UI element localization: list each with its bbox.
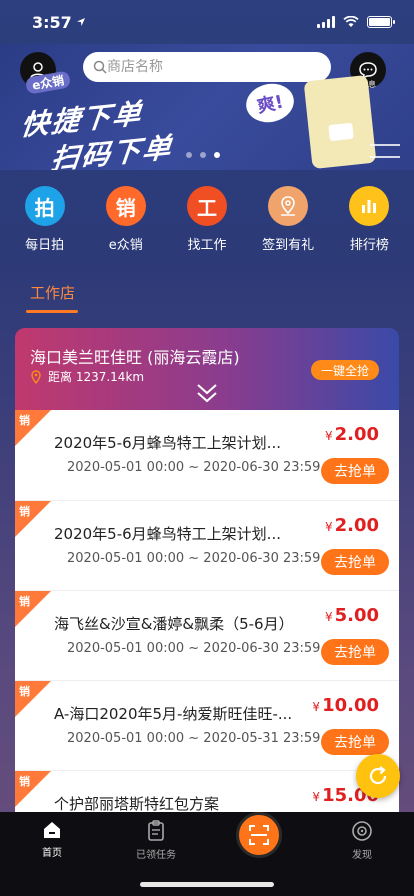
status-bar: 3:57 — [0, 0, 414, 44]
list-item[interactable]: 销 A-海口2020年5月-纳爱斯旺佳旺-... 2020-05-01 00:0… — [15, 680, 399, 770]
quick-nav-label: 找工作 — [187, 238, 227, 253]
header-banner[interactable]: 我的 消息 e众销 快捷下单 扫码下单 爽! — [0, 44, 414, 170]
item-title: A-海口2020年5月-纳爱斯旺佳旺-... — [54, 705, 293, 723]
scan-icon — [249, 825, 269, 845]
home-icon — [44, 822, 60, 838]
item-tag: 销 — [19, 775, 30, 788]
status-time: 3:57 — [32, 12, 72, 32]
store-distance: 距离 1237.14km — [30, 368, 144, 385]
list-item[interactable]: 销 个护部丽塔斯特红包方案 ¥15.00 — [15, 770, 399, 814]
store-name: 海口美兰旺佳旺 (丽海云霞店) — [30, 348, 240, 367]
item-tag: 销 — [19, 595, 30, 608]
search-box[interactable] — [83, 52, 331, 82]
location-pin-icon — [268, 186, 309, 226]
item-title: 海飞丝&沙宣&潘婷&飘柔（5-6月） — [54, 615, 294, 633]
chevron-double-down-icon[interactable] — [195, 382, 219, 404]
list-item[interactable]: 销 2020年5-6月蜂鸟特工上架计划... 2020-05-01 00:00 … — [15, 410, 399, 500]
signal-icon — [317, 16, 335, 28]
battery-icon — [367, 16, 395, 28]
quick-nav-label: 签到有礼 — [262, 238, 315, 253]
quick-nav-leaderboard[interactable]: 排行榜 — [329, 186, 409, 253]
banner-decoration — [370, 144, 400, 158]
carousel-dot[interactable] — [200, 152, 206, 158]
grab-order-button[interactable]: 去抢单 — [321, 639, 389, 665]
item-title: 2020年5-6月蜂鸟特工上架计划... — [54, 525, 281, 543]
item-date: 2020-05-01 00:00 ~ 2020-05-31 23:59 — [67, 731, 321, 746]
item-title: 个护部丽塔斯特红包方案 — [54, 795, 220, 813]
item-price: ¥10.00 — [312, 695, 379, 716]
item-date: 2020-05-01 00:00 ~ 2020-06-30 23:59 — [67, 641, 321, 656]
sales-icon: 销 — [105, 186, 146, 226]
item-date: 2020-05-01 00:00 ~ 2020-06-30 23:59 — [67, 551, 321, 566]
grab-all-button[interactable]: 一键全抢 — [310, 360, 379, 380]
list-item[interactable]: 销 2020年5-6月蜂鸟特工上架计划... 2020-05-01 00:00 … — [15, 500, 399, 590]
phone-illustration — [303, 74, 377, 170]
tab-underline — [26, 310, 78, 313]
distance-text: 距离 1237.14km — [48, 370, 145, 384]
home-indicator — [140, 882, 274, 887]
tab-work-stores[interactable]: 工作店 — [30, 282, 75, 303]
carousel-dot[interactable] — [186, 152, 192, 158]
item-tag: 销 — [19, 505, 30, 518]
grab-order-button[interactable]: 去抢单 — [321, 549, 389, 575]
refresh-button[interactable] — [356, 754, 400, 798]
quick-nav-daily-snap[interactable]: 拍 每日拍 — [5, 186, 85, 253]
quick-nav-checkin[interactable]: 签到有礼 — [248, 186, 328, 253]
grab-order-button[interactable]: 去抢单 — [321, 458, 389, 484]
quick-nav-label: 每日拍 — [25, 238, 65, 253]
item-date: 2020-05-01 00:00 ~ 2020-06-30 23:59 — [67, 460, 321, 475]
grab-order-button[interactable]: 去抢单 — [321, 729, 389, 755]
item-tag: 销 — [19, 414, 30, 427]
carousel-dot-active[interactable] — [214, 152, 220, 158]
tab-discover-label: 发现 — [352, 850, 372, 861]
item-price: ¥2.00 — [324, 424, 379, 445]
tab-home[interactable]: 首页 — [12, 820, 92, 859]
task-list: 销 2020年5-6月蜂鸟特工上架计划... 2020-05-01 00:00 … — [15, 410, 399, 814]
location-arrow-icon — [76, 18, 85, 26]
snap-icon: 拍 — [24, 186, 65, 226]
tab-claimed-tasks-label: 已领任务 — [136, 850, 176, 861]
banner-badge: 爽! — [242, 79, 298, 127]
clipboard-icon — [148, 820, 164, 841]
list-item[interactable]: 销 海飞丝&沙宣&潘婷&飘柔（5-6月） 2020-05-01 00:00 ~ … — [15, 590, 399, 680]
quick-nav-find-job[interactable]: 工 找工作 — [167, 186, 247, 253]
item-tag: 销 — [19, 685, 30, 698]
job-icon: 工 — [186, 186, 227, 226]
quick-nav-label: 排行榜 — [349, 238, 389, 253]
location-icon — [31, 369, 41, 384]
search-input[interactable] — [107, 59, 307, 75]
item-price: ¥5.00 — [324, 605, 379, 626]
item-title: 2020年5-6月蜂鸟特工上架计划... — [54, 434, 281, 452]
store-card[interactable]: 海口美兰旺佳旺 (丽海云霞店) 距离 1237.14km 一键全抢 — [15, 328, 399, 412]
carousel-dots[interactable] — [186, 152, 220, 158]
search-icon — [93, 60, 107, 74]
tab-discover[interactable]: 发现 — [322, 820, 402, 861]
item-price: ¥2.00 — [324, 515, 379, 536]
quick-nav-e-sales[interactable]: 销 e众销 — [86, 186, 166, 253]
tab-home-label: 首页 — [42, 848, 62, 859]
compass-icon — [352, 821, 372, 841]
quick-nav: 拍 每日拍 销 e众销 工 找工作 签到有礼 排行榜 — [0, 186, 414, 253]
wifi-icon — [343, 16, 359, 27]
tab-claimed-tasks[interactable]: 已领任务 — [116, 820, 196, 861]
refresh-icon — [369, 766, 387, 785]
scan-button[interactable] — [236, 812, 282, 858]
bar-chart-icon — [349, 186, 390, 226]
quick-nav-label: e众销 — [108, 238, 143, 253]
